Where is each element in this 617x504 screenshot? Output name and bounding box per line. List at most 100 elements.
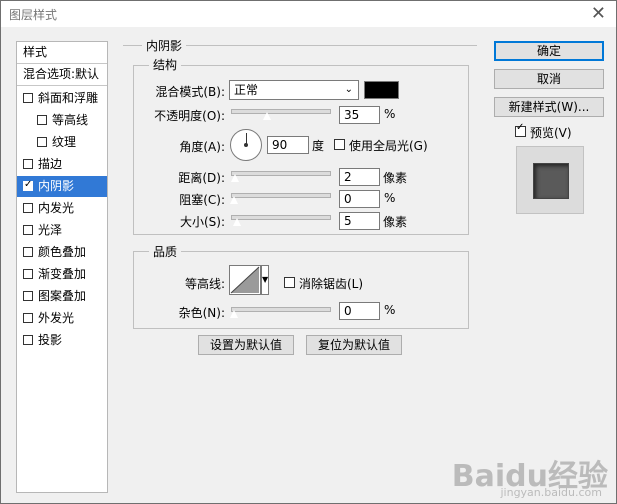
preview-checkbox[interactable]: ✓ xyxy=(515,122,526,137)
style-item-label: 内阴影 xyxy=(38,179,75,193)
angle-center xyxy=(244,143,248,147)
size-slider-thumb[interactable] xyxy=(232,217,242,227)
shadow-color-swatch[interactable] xyxy=(364,81,399,99)
styles-header[interactable]: 样式 xyxy=(17,42,113,63)
chevron-down-icon: ▼ xyxy=(262,275,269,284)
style-item-label: 斜面和浮雕 xyxy=(38,91,99,105)
blend-mode-label: 混合模式(B): xyxy=(155,85,225,99)
distance-slider-track[interactable] xyxy=(231,171,331,176)
checkbox-texture[interactable] xyxy=(37,137,47,147)
blend-mode-select[interactable]: 正常 ⌄ xyxy=(229,80,359,100)
checkbox-drop-shadow[interactable] xyxy=(23,335,33,345)
checkbox-inner-shadow[interactable]: ✓ xyxy=(23,179,33,191)
size-unit: 像素 xyxy=(383,215,408,229)
style-item-texture[interactable]: 纹理 xyxy=(17,132,107,153)
ok-button[interactable]: 确定 xyxy=(494,41,604,61)
reset-default-button[interactable]: 复位为默认值 xyxy=(306,335,402,355)
style-item-outer-glow[interactable]: 外发光 xyxy=(17,308,107,329)
style-item-label: 等高线 xyxy=(52,113,89,127)
checkbox-contour[interactable] xyxy=(37,115,47,125)
checkbox-color-overlay[interactable] xyxy=(23,247,33,257)
style-item-label: 颜色叠加 xyxy=(38,245,87,259)
global-light-label: 使用全局光(G) xyxy=(349,139,428,153)
style-item-inner-glow[interactable]: 内发光 xyxy=(17,198,107,219)
opacity-label: 不透明度(O): xyxy=(154,109,225,123)
checkbox-inner-glow[interactable] xyxy=(23,203,33,213)
blend-mode-value: 正常 xyxy=(234,83,259,97)
style-preview xyxy=(516,146,584,214)
style-item-label: 图案叠加 xyxy=(38,289,87,303)
distance-input[interactable]: 2 xyxy=(339,168,380,186)
new-style-button[interactable]: 新建样式(W)... xyxy=(494,97,604,117)
styles-list: 样式 混合选项:默认 斜面和浮雕 等高线 纹理 描边 ✓ 内阴影 内发光 光泽 … xyxy=(16,41,108,493)
noise-input[interactable]: 0 xyxy=(339,302,380,320)
chevron-down-icon: ⌄ xyxy=(344,84,353,95)
window-title: 图层样式 xyxy=(9,8,58,22)
noise-slider-track[interactable] xyxy=(231,307,331,312)
contour-picker[interactable] xyxy=(229,265,261,295)
style-item-label: 光泽 xyxy=(38,223,63,237)
angle-input[interactable]: 90 xyxy=(267,136,309,154)
style-item-label: 外发光 xyxy=(38,311,75,325)
style-item-satin[interactable]: 光泽 xyxy=(17,220,107,241)
panel-title: 内阴影 xyxy=(142,37,187,54)
style-item-gradient-overlay[interactable]: 渐变叠加 xyxy=(17,264,107,285)
check-icon: ✓ xyxy=(24,179,33,190)
style-item-label: 内发光 xyxy=(38,201,75,215)
style-item-label: 纹理 xyxy=(52,135,77,149)
style-item-bevel[interactable]: 斜面和浮雕 xyxy=(17,88,107,109)
blend-options-item[interactable]: 混合选项:默认 xyxy=(17,64,113,85)
style-item-inner-shadow[interactable]: ✓ 内阴影 xyxy=(17,176,107,197)
checkbox-outer-glow[interactable] xyxy=(23,313,33,323)
angle-unit: 度 xyxy=(312,139,325,153)
style-item-drop-shadow[interactable]: 投影 xyxy=(17,330,107,351)
angle-dial[interactable] xyxy=(230,129,262,161)
choke-unit: % xyxy=(384,191,396,205)
anti-alias-checkbox[interactable] xyxy=(284,277,295,288)
noise-slider-thumb[interactable] xyxy=(229,309,239,319)
distance-label: 距离(D): xyxy=(178,171,225,185)
style-item-color-overlay[interactable]: 颜色叠加 xyxy=(17,242,107,263)
style-item-label: 投影 xyxy=(38,333,63,347)
checkbox-stroke[interactable] xyxy=(23,159,33,169)
opacity-slider-thumb[interactable] xyxy=(262,111,272,121)
layer-style-dialog: 图层样式 ✕ 样式 混合选项:默认 斜面和浮雕 等高线 纹理 描边 ✓ 内阴影 xyxy=(0,0,617,504)
close-icon[interactable]: ✕ xyxy=(591,3,606,24)
structure-title: 结构 xyxy=(149,56,182,73)
style-item-contour[interactable]: 等高线 xyxy=(17,110,107,131)
distance-unit: 像素 xyxy=(383,171,408,185)
contour-label: 等高线: xyxy=(184,277,225,291)
checkbox-pattern-overlay[interactable] xyxy=(23,291,33,301)
checkbox-satin[interactable] xyxy=(23,225,33,235)
distance-slider-thumb[interactable] xyxy=(230,173,240,183)
contour-dropdown[interactable]: ▼ xyxy=(261,265,269,295)
title-bar: 图层样式 ✕ xyxy=(1,1,616,27)
set-default-button[interactable]: 设置为默认值 xyxy=(198,335,294,355)
cancel-button[interactable]: 取消 xyxy=(494,69,604,89)
choke-slider-thumb[interactable] xyxy=(229,195,239,205)
anti-alias-label: 消除锯齿(L) xyxy=(299,277,364,291)
opacity-input[interactable]: 35 xyxy=(339,106,380,124)
choke-input[interactable]: 0 xyxy=(339,190,380,208)
angle-label: 角度(A): xyxy=(179,140,225,154)
divider xyxy=(17,85,107,86)
style-item-stroke[interactable]: 描边 xyxy=(17,154,107,175)
preview-label: 预览(V) xyxy=(530,126,572,140)
choke-slider-track[interactable] xyxy=(231,193,331,198)
quality-title: 品质 xyxy=(149,243,182,260)
choke-label: 阻塞(C): xyxy=(179,193,225,207)
opacity-unit: % xyxy=(384,107,396,121)
style-item-pattern-overlay[interactable]: 图案叠加 xyxy=(17,286,107,307)
opacity-slider-track[interactable] xyxy=(231,109,331,114)
contour-curve-icon xyxy=(230,266,260,294)
global-light-checkbox[interactable] xyxy=(334,139,345,150)
size-input[interactable]: 5 xyxy=(339,212,380,230)
preview-swatch xyxy=(533,163,569,199)
checkbox-gradient-overlay[interactable] xyxy=(23,269,33,279)
watermark-url: jingyan.baidu.com xyxy=(500,486,602,499)
checkbox-bevel[interactable] xyxy=(23,93,33,103)
noise-label: 杂色(N): xyxy=(178,306,225,320)
style-item-label: 渐变叠加 xyxy=(38,267,87,281)
size-slider-track[interactable] xyxy=(231,215,331,220)
style-item-label: 描边 xyxy=(38,157,63,171)
